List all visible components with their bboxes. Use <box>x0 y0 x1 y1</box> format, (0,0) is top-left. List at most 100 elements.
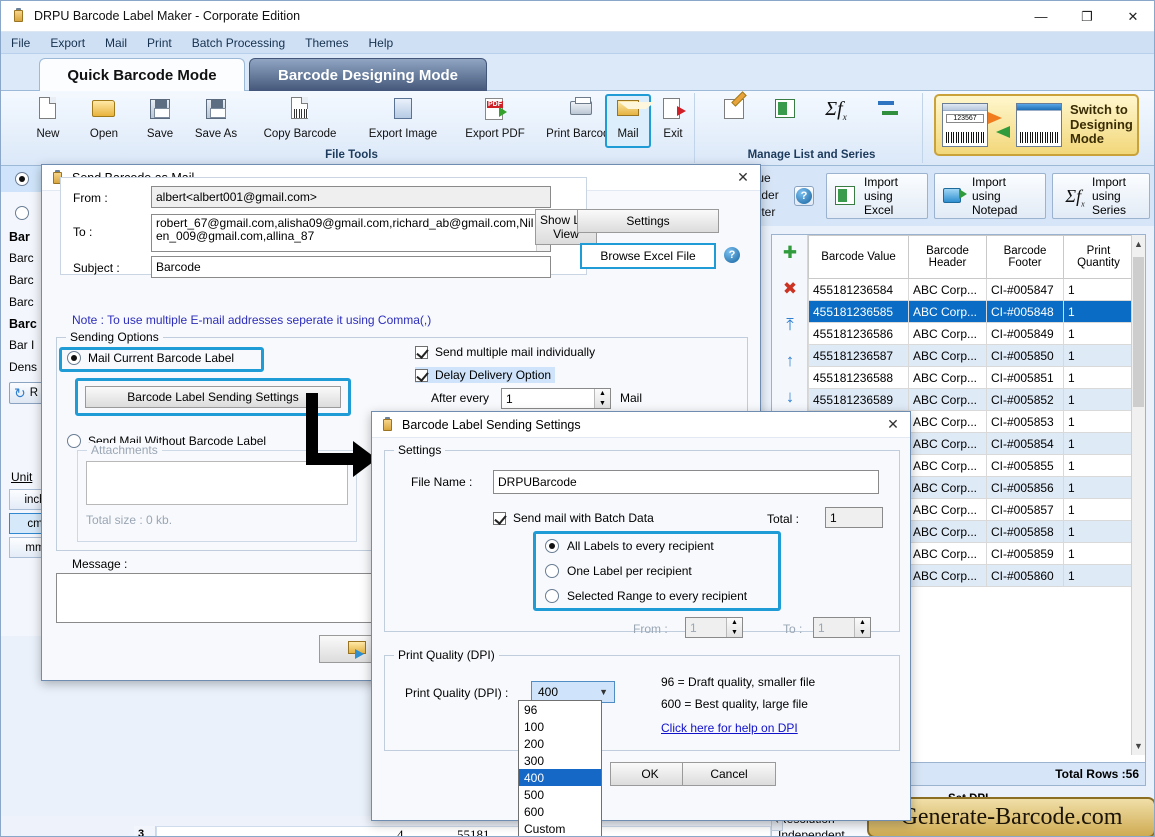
table-row[interactable]: 455181236584 ABC Corp... CI-#005847 1 <box>808 278 1134 301</box>
scroll-up-icon[interactable]: ▲ <box>1132 235 1145 253</box>
spinner-down-icon[interactable]: ▼ <box>595 399 610 409</box>
ok-button[interactable]: OK <box>610 762 690 786</box>
print-quality-dropdown-list[interactable]: 96 100 200 300 400 500 600 Custom <box>518 700 602 836</box>
menu-file[interactable]: File <box>1 34 40 52</box>
cell-print-quantity[interactable]: 1 <box>1063 388 1134 411</box>
grid-vertical-scrollbar[interactable]: ▲ ▼ <box>1131 235 1145 755</box>
ribbon-button-save-as[interactable]: Save As <box>185 96 247 146</box>
browse-excel-help-icon[interactable]: ? <box>722 245 742 265</box>
ribbon-button-copy-barcode[interactable]: Copy Barcode <box>245 96 355 146</box>
checkbox-send-multiple-mail-individually[interactable]: Send multiple mail individually <box>415 345 595 359</box>
help-icon[interactable]: ? <box>794 186 814 206</box>
table-row[interactable]: 455181236585 ABC Corp... CI-#005848 1 <box>808 300 1134 323</box>
cell-barcode-footer[interactable]: CI-#005851 <box>986 366 1064 389</box>
spinner-up-icon[interactable]: ▲ <box>595 389 610 399</box>
move-top-icon[interactable]: ⤒ <box>772 307 808 343</box>
cell-barcode-footer[interactable]: CI-#005860 <box>986 564 1064 587</box>
dpi-option-500[interactable]: 500 <box>519 786 601 803</box>
ribbon-button-export-image[interactable]: Export Image <box>353 96 453 146</box>
menu-themes[interactable]: Themes <box>295 34 358 52</box>
cell-barcode-header[interactable]: ABC Corp... <box>908 432 987 455</box>
settings-button[interactable]: Settings <box>577 209 719 233</box>
cell-barcode-value[interactable]: 455181236588 <box>808 366 909 389</box>
cell-barcode-footer[interactable]: CI-#005858 <box>986 520 1064 543</box>
cell-print-quantity[interactable]: 1 <box>1063 564 1134 587</box>
menu-export[interactable]: Export <box>40 34 95 52</box>
import-using-excel-button[interactable]: Import using Excel <box>826 173 928 219</box>
cell-barcode-footer[interactable]: CI-#005856 <box>986 476 1064 499</box>
spinner-buttons[interactable]: ▲ ▼ <box>594 389 610 408</box>
checkbox-delay-delivery-option[interactable]: Delay Delivery Option <box>415 367 556 383</box>
cell-print-quantity[interactable]: 1 <box>1063 476 1134 499</box>
cell-print-quantity[interactable]: 1 <box>1063 542 1134 565</box>
dpi-help-link[interactable]: Click here for help on DPI <box>661 721 798 735</box>
cell-barcode-footer[interactable]: CI-#005847 <box>986 278 1064 301</box>
column-header-barcode-header[interactable]: Barcode Header <box>908 235 987 279</box>
menu-batch-processing[interactable]: Batch Processing <box>182 34 295 52</box>
mail-dialog-close-icon[interactable]: ✕ <box>726 165 760 191</box>
cell-barcode-header[interactable]: ABC Corp... <box>908 410 987 433</box>
cell-barcode-value[interactable]: 455181236589 <box>808 388 909 411</box>
import-using-series-button[interactable]: Σfx Import using Series <box>1052 173 1150 219</box>
menu-help[interactable]: Help <box>358 34 403 52</box>
move-up-icon[interactable]: ↑ <box>772 343 808 379</box>
dpi-option-400[interactable]: 400 <box>519 769 601 786</box>
cell-barcode-value[interactable]: 455181236584 <box>808 278 909 301</box>
tab-quick-barcode-mode[interactable]: Quick Barcode Mode <box>39 58 245 91</box>
cell-barcode-footer[interactable]: CI-#005848 <box>986 300 1064 323</box>
dpi-option-600[interactable]: 600 <box>519 803 601 820</box>
cell-barcode-header[interactable]: ABC Corp... <box>908 476 987 499</box>
subject-input[interactable]: Barcode <box>151 256 551 278</box>
cell-print-quantity[interactable]: 1 <box>1063 410 1134 433</box>
cell-print-quantity[interactable]: 1 <box>1063 366 1134 389</box>
radio-mail-current-barcode-label[interactable]: Mail Current Barcode Label <box>67 351 234 365</box>
label-preview-canvas[interactable]: 4 55181 23658 CI-#005848 <box>156 826 771 836</box>
menu-print[interactable]: Print <box>137 34 182 52</box>
ribbon-button-swap[interactable] <box>865 96 911 136</box>
cell-barcode-header[interactable]: ABC Corp... <box>908 454 987 477</box>
scroll-down-icon[interactable]: ▼ <box>1132 737 1145 755</box>
column-header-print-quantity[interactable]: Print Quantity <box>1063 235 1134 279</box>
radio-all-labels-to-every-recipient[interactable]: All Labels to every recipient <box>545 539 714 553</box>
ribbon-button-new[interactable]: New <box>17 96 79 146</box>
switch-to-designing-mode-button[interactable]: 123567 Switch to Designing Mode <box>934 94 1139 156</box>
cell-barcode-value[interactable]: 455181236587 <box>808 344 909 367</box>
settings-dialog-close-icon[interactable]: ✕ <box>876 412 910 438</box>
cell-barcode-footer[interactable]: CI-#005859 <box>986 542 1064 565</box>
column-header-barcode-footer[interactable]: Barcode Footer <box>986 235 1064 279</box>
maximize-button[interactable]: ❐ <box>1064 1 1110 32</box>
cell-barcode-header[interactable]: ABC Corp... <box>908 388 987 411</box>
table-row[interactable]: 455181236588 ABC Corp... CI-#005851 1 <box>808 366 1134 389</box>
after-every-spinner[interactable]: 1 ▲ ▼ <box>501 388 611 409</box>
cancel-button[interactable]: Cancel <box>682 762 776 786</box>
dpi-option-200[interactable]: 200 <box>519 735 601 752</box>
close-button[interactable]: ✕ <box>1110 1 1154 32</box>
ribbon-button-mail[interactable]: Mail <box>605 94 655 148</box>
ribbon-button-export-pdf[interactable]: PDF Export PDF <box>453 96 537 146</box>
cell-barcode-footer[interactable]: CI-#005850 <box>986 344 1064 367</box>
from-input[interactable]: albert<albert001@gmail.com> <box>151 186 551 208</box>
dpi-option-300[interactable]: 300 <box>519 752 601 769</box>
cell-print-quantity[interactable]: 1 <box>1063 454 1134 477</box>
cell-barcode-header[interactable]: ABC Corp... <box>908 498 987 521</box>
table-row[interactable]: 455181236589 ABC Corp... CI-#005852 1 <box>808 388 1134 411</box>
move-down-icon[interactable]: ↓ <box>772 379 808 415</box>
cell-barcode-header[interactable]: ABC Corp... <box>908 542 987 565</box>
ribbon-button-series-function[interactable]: Σfx <box>813 96 859 136</box>
table-row[interactable]: 455181236586 ABC Corp... CI-#005849 1 <box>808 322 1134 345</box>
cell-print-quantity[interactable]: 1 <box>1063 322 1134 345</box>
cell-barcode-header[interactable]: ABC Corp... <box>908 278 987 301</box>
ribbon-button-excel-export[interactable] <box>763 96 809 136</box>
column-header-barcode-value[interactable]: Barcode Value <box>808 235 909 279</box>
ribbon-button-save[interactable]: Save <box>129 96 191 146</box>
browse-excel-file-button[interactable]: Browse Excel File <box>580 243 716 269</box>
dpi-option-96[interactable]: 96 <box>519 701 601 718</box>
minimize-button[interactable]: — <box>1018 1 1064 32</box>
cell-print-quantity[interactable]: 1 <box>1063 278 1134 301</box>
cell-barcode-footer[interactable]: CI-#005855 <box>986 454 1064 477</box>
to-input[interactable]: robert_67@gmail.com,alisha09@gmail.com,r… <box>151 214 551 252</box>
cell-barcode-header[interactable]: ABC Corp... <box>908 520 987 543</box>
cell-barcode-header[interactable]: ABC Corp... <box>908 366 987 389</box>
add-row-icon[interactable]: ✚ <box>772 235 808 271</box>
cell-barcode-footer[interactable]: CI-#005849 <box>986 322 1064 345</box>
